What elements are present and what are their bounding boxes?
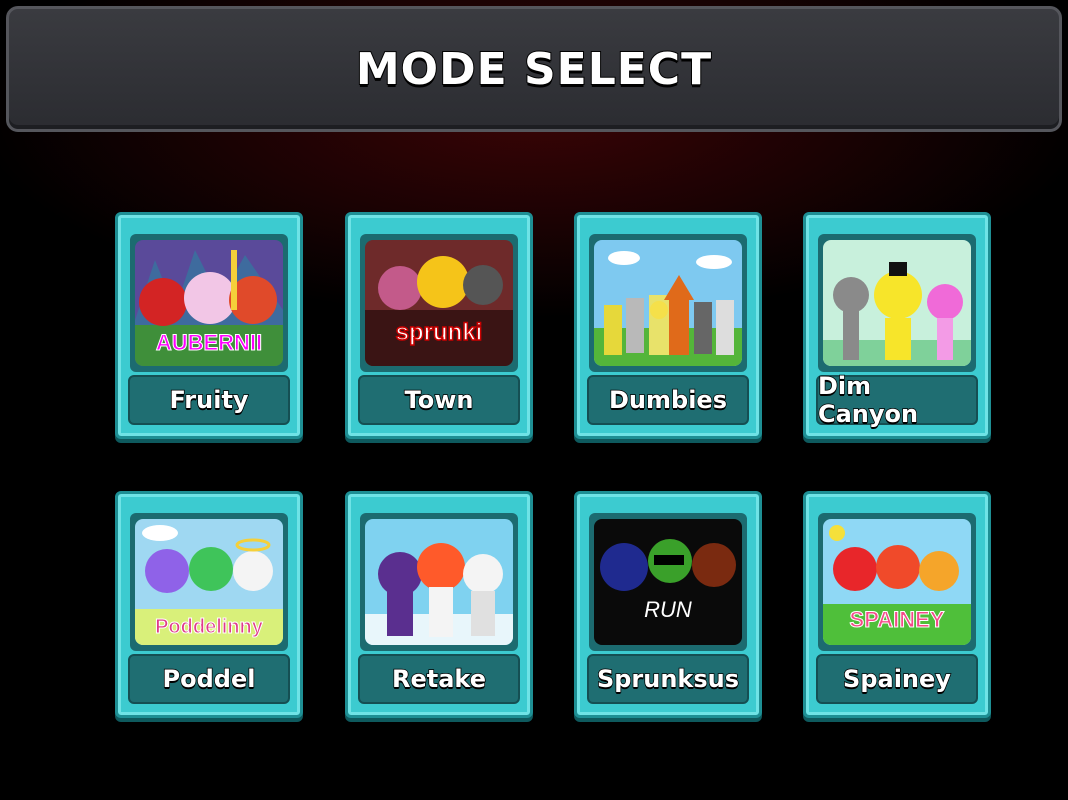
title-bar: MODE SELECT [6,6,1062,132]
mode-label: Spainey [816,654,978,704]
thumbnail-frame [360,513,518,651]
mode-label: Fruity [128,375,290,425]
thumbnail-frame: Poddelinny [130,513,288,651]
thumbnail-logo-text: AUBERNII [156,330,262,355]
mode-card-spainey[interactable]: SPAINEY Spainey [803,491,991,718]
mode-card-retake[interactable]: Retake [345,491,533,718]
thumbnail-logo-text: Poddelinny [155,616,264,638]
thumbnail-frame: sprunki [360,234,518,372]
sun-character [417,256,469,308]
mode-label: Retake [358,654,520,704]
mode-card-dim-canyon[interactable]: Dim Canyon [803,212,991,439]
apple-character [139,278,187,326]
mode-thumbnail-fruity: AUBERNII [135,240,283,366]
mode-card-town[interactable]: sprunki Town [345,212,533,439]
thumbnail-logo-text: sprunki [396,319,483,346]
mode-label: Dim Canyon [816,371,978,429]
mode-thumbnail-sprunksus: RUN [594,519,742,645]
mode-card-fruity[interactable]: AUBERNII Fruity [115,212,303,439]
thumbnail-frame: SPAINEY [818,513,976,651]
mode-label: Dumbies [587,375,749,425]
mode-thumbnail-spainey: SPAINEY [823,519,971,645]
mode-label: Town [358,375,520,425]
gray-character [463,265,503,305]
thumbnail-frame [589,234,747,372]
mode-thumbnail-dim-canyon [823,240,971,366]
mode-thumbnail-town: sprunki [365,240,513,366]
mode-card-sprunksus[interactable]: RUN Sprunksus [574,491,762,718]
thumbnail-frame: RUN [589,513,747,651]
peach-character [184,272,236,324]
mode-thumbnail-dumbies [594,240,742,366]
mode-card-poddel[interactable]: Poddelinny Poddel [115,491,303,718]
thumbnail-logo-text: RUN [644,597,692,622]
mode-label: Poddel [128,654,290,704]
mode-label: Sprunksus [587,654,749,704]
page-title: MODE SELECT [355,43,713,96]
mode-thumbnail-poddel: Poddelinny [135,519,283,645]
pink-character [378,266,422,310]
thumbnail-frame [818,234,976,372]
mode-card-dumbies[interactable]: Dumbies [574,212,762,439]
thumbnail-frame: AUBERNII [130,234,288,372]
thumbnail-logo-text: SPAINEY [850,607,945,632]
mode-thumbnail-retake [365,519,513,645]
